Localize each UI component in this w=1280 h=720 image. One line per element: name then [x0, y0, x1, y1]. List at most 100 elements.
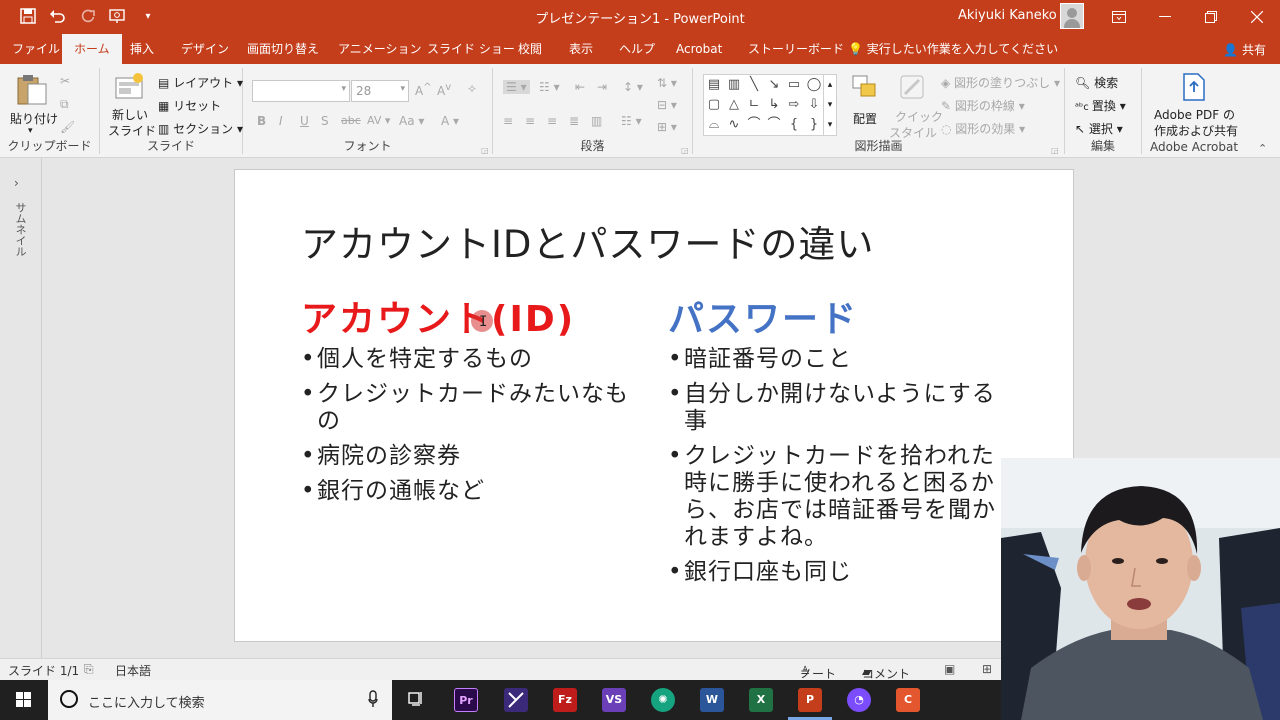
slide-title[interactable]: アカウントIDとパスワードの違い [301, 214, 874, 268]
layout-button[interactable]: ▤ レイアウト ▾ [158, 74, 243, 91]
align-text-icon[interactable]: ⊟ ▾ [657, 98, 677, 112]
new-slide-icon[interactable] [114, 72, 150, 106]
elbow-arrow-shape-icon[interactable]: ↳ [766, 97, 782, 113]
tab-design[interactable]: デザイン [169, 34, 241, 64]
arrow-line-shape-icon[interactable]: ↘ [766, 77, 782, 93]
numbering-icon[interactable]: ☷ ▾ [539, 80, 560, 94]
tab-insert[interactable]: 挿入 [118, 34, 166, 64]
media-encoder-icon[interactable] [504, 688, 528, 712]
save-icon[interactable] [18, 6, 38, 26]
ribbon-display-options-icon[interactable] [1096, 0, 1142, 34]
camtasia-icon[interactable]: C [896, 688, 920, 712]
windows-start-icon[interactable] [0, 680, 48, 720]
user-name[interactable]: Akiyuki Kaneko [958, 8, 1057, 23]
redo-icon[interactable] [78, 6, 98, 26]
textbox-shape-icon[interactable]: ▤ [706, 77, 722, 93]
create-pdf-icon[interactable] [1180, 72, 1216, 106]
font-color-icon[interactable]: A ▾ [441, 114, 459, 128]
collapse-ribbon-icon[interactable]: ⌃ [1258, 142, 1267, 155]
new-slide-label-1[interactable]: 新しい [112, 106, 148, 123]
bullets-icon[interactable]: ☰ ▾ [503, 80, 530, 94]
shrink-font-icon[interactable]: Av [437, 82, 451, 98]
align-left-icon[interactable]: ≡ [503, 114, 513, 128]
customize-qat-icon[interactable]: ▾ [138, 6, 158, 26]
right-brace-shape-icon[interactable]: } [806, 117, 822, 133]
word-icon[interactable]: W [700, 688, 724, 712]
rectangle-shape-icon[interactable]: ▭ [786, 77, 802, 93]
tell-me-box[interactable]: 💡 実行したい作業を入力してください [836, 34, 1070, 64]
shapes-more-icon[interactable]: ▴ ▾ ▾ [823, 74, 837, 136]
quick-styles-icon[interactable] [897, 72, 933, 106]
tab-help[interactable]: ヘルプ [607, 34, 667, 64]
strikethrough-icon[interactable]: abc [341, 114, 361, 127]
slide-canvas[interactable]: アカウントIDとパスワードの違い アカウント(ID) 個人を特定するもの クレジ… [234, 169, 1074, 642]
elbow-connector-shape-icon[interactable]: ㄴ [746, 97, 762, 113]
openai-icon[interactable]: ✺ [651, 688, 675, 712]
left-brace-shape-icon[interactable]: { [786, 117, 802, 133]
find-button[interactable]: 🔍︎ 検索 [1075, 74, 1118, 91]
task-view-icon[interactable] [404, 688, 428, 712]
shadow-icon[interactable]: S [321, 114, 329, 128]
paste-icon[interactable] [14, 72, 50, 106]
change-case-icon[interactable]: Aa ▾ [399, 114, 424, 128]
font-size-select[interactable]: 28 ▾ [351, 80, 409, 102]
tab-review[interactable]: 校閲 [506, 34, 554, 64]
powerpoint-icon[interactable]: P [798, 688, 822, 712]
share-button[interactable]: 👤 共有 [1223, 41, 1266, 58]
freeform-shape-icon[interactable]: ⌓ [706, 117, 722, 133]
copy-icon[interactable]: ⧉ [60, 97, 69, 112]
language-indicator[interactable]: 日本語 [115, 662, 151, 679]
excel-icon[interactable]: X [749, 688, 773, 712]
arrange-button[interactable]: 配置 [853, 110, 877, 127]
reset-button[interactable]: ▦ リセット [158, 97, 221, 114]
normal-view-icon[interactable]: ▣ [944, 662, 955, 676]
tab-view[interactable]: 表示 [557, 34, 605, 64]
shape-fill-button[interactable]: ◈ 図形の塗りつぶし ▾ [941, 74, 1060, 91]
oval-shape-icon[interactable]: ◯ [806, 77, 822, 93]
right-arrow-shape-icon[interactable]: ⇨ [786, 97, 802, 113]
bold-icon[interactable]: B [257, 114, 266, 128]
font-name-select[interactable]: ▾ [252, 80, 350, 102]
line-spacing-icon[interactable]: ↕ ▾ [623, 80, 643, 94]
char-spacing-icon[interactable]: AV ▾ [367, 114, 390, 127]
premiere-pro-icon[interactable]: Pr [454, 688, 478, 712]
section-button[interactable]: ▥ セクション ▾ [158, 120, 243, 137]
close-icon[interactable] [1234, 0, 1280, 34]
tab-transitions[interactable]: 画面切り替え [235, 34, 331, 64]
scribble-shape-icon[interactable]: ∿ [726, 117, 742, 133]
shapes-gallery[interactable]: ▤ ▥ ╲ ↘ ▭ ◯ ▢ △ ㄴ ↳ ⇨ ⇩ ⌓ ∿ ⌒ ⌒ { } [703, 74, 835, 136]
microphone-icon[interactable] [368, 690, 378, 708]
present-from-start-icon[interactable] [108, 6, 128, 26]
vertical-textbox-shape-icon[interactable]: ▥ [726, 77, 742, 93]
spellcheck-icon[interactable]: ⎘ [84, 662, 94, 677]
smartart-icon[interactable]: ⊞ ▾ [657, 120, 677, 134]
select-button[interactable]: ↖ 選択 ▾ [1075, 120, 1123, 137]
curve-shape-icon[interactable]: ⌒ [766, 117, 782, 133]
italic-icon[interactable]: I [279, 114, 283, 128]
visual-studio-icon[interactable]: VS [602, 688, 626, 712]
distributed-icon[interactable]: ▥ [591, 114, 602, 128]
paste-button[interactable]: 貼り付け [10, 110, 58, 127]
expand-thumbnails-icon[interactable]: › [14, 176, 19, 190]
thumbnail-label[interactable]: サムネイル [12, 202, 28, 257]
undo-icon[interactable] [48, 6, 68, 26]
replace-button[interactable]: ᵃᵇc 置換 ▾ [1075, 97, 1126, 114]
text-direction-icon[interactable]: ⇅ ▾ [657, 76, 677, 90]
columns-icon[interactable]: ☷ ▾ [621, 114, 642, 128]
right-column[interactable]: パスワード 暗証番号のこと 自分しか開けないようにする事 クレジットカードを拾わ… [668, 290, 1013, 594]
taskbar-search[interactable]: ここに入力して検索 [48, 680, 392, 720]
triangle-shape-icon[interactable]: △ [726, 97, 742, 113]
justify-icon[interactable]: ≣ [569, 114, 579, 128]
create-pdf-label-2[interactable]: 作成および共有 [1154, 122, 1238, 139]
align-center-icon[interactable]: ≡ [525, 114, 535, 128]
paste-dropdown-icon[interactable]: ▾ [28, 126, 33, 136]
underline-icon[interactable]: U [300, 114, 309, 128]
chat-app-icon[interactable]: ◔ [847, 688, 871, 712]
cut-icon[interactable]: ✂ [60, 74, 70, 88]
shape-effects-button[interactable]: ◌ 図形の効果 ▾ [941, 120, 1025, 137]
create-pdf-label-1[interactable]: Adobe PDF の [1154, 106, 1235, 123]
tab-acrobat[interactable]: Acrobat [664, 34, 734, 64]
increase-indent-icon[interactable]: ⇥ [597, 80, 607, 94]
arrange-icon[interactable] [849, 72, 885, 106]
filezilla-icon[interactable]: Fz [553, 688, 577, 712]
